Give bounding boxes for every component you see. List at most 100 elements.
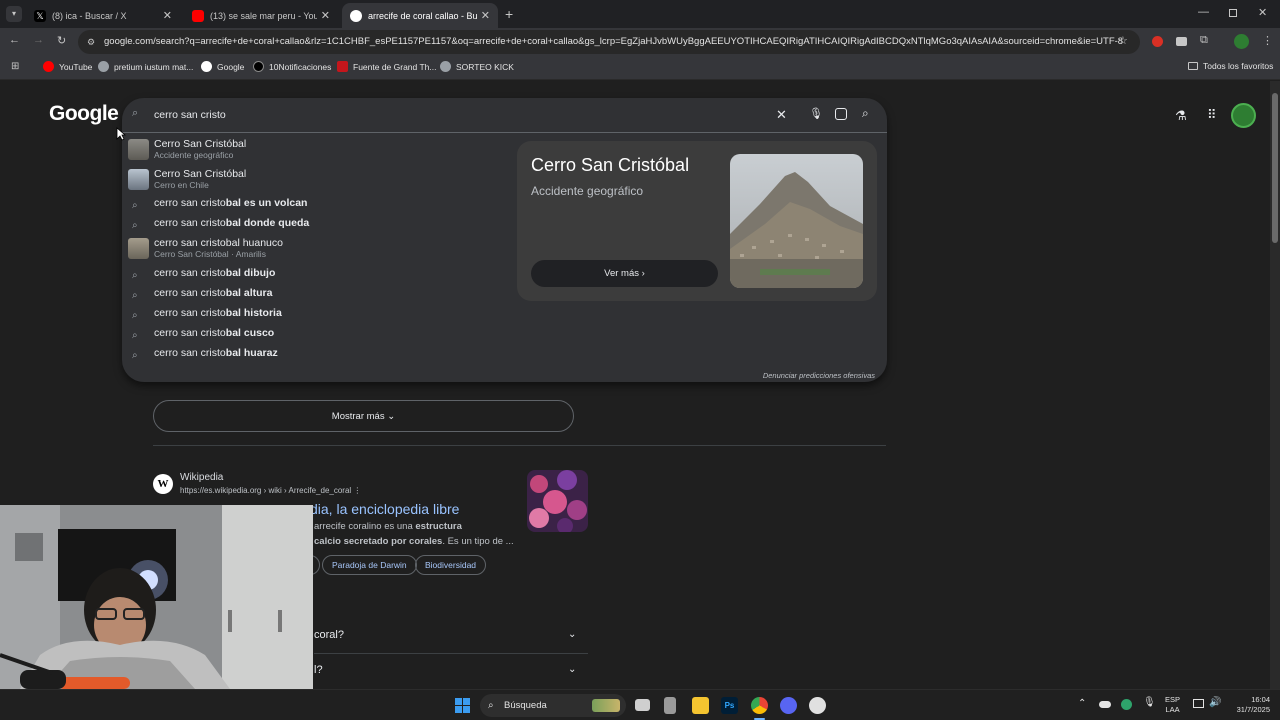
bookmark-google[interactable]: Google (201, 61, 244, 72)
more-options-icon[interactable]: ⋮ (353, 486, 361, 495)
extensions-puzzle-icon[interactable]: ⧉ (1200, 34, 1208, 47)
x-logo-icon (253, 61, 264, 72)
close-tab-icon[interactable]: ✕ (163, 9, 172, 22)
extension-gray-icon[interactable] (1176, 37, 1187, 46)
faq-text: l? (314, 664, 323, 676)
related-chip[interactable]: Biodiversidad (415, 555, 487, 575)
tray-chevron-up-icon[interactable]: ⌃ (1078, 698, 1086, 709)
hill-photo[interactable] (730, 154, 863, 288)
windows-taskbar: ⌕ Búsqueda Ps ⌃ 🎙 ESP LAA 🔊 16:04 31/7/2… (0, 689, 1280, 720)
google-apps-icon[interactable]: ⠿ (1207, 107, 1217, 123)
bookmark-label: YouTube (59, 61, 93, 72)
scrollbar-track[interactable] (1270, 81, 1280, 689)
microphone-icon[interactable]: 🎙 (1143, 697, 1156, 708)
suggestion-completion: bal historia (225, 307, 282, 319)
suggestion-subtitle: Cerro San Cristóbal · Amarilis (154, 249, 266, 259)
faq-question[interactable]: coral? (314, 629, 344, 641)
microphone-icon[interactable]: 🎙 (809, 107, 823, 120)
volume-icon[interactable]: 🔊 (1209, 697, 1221, 708)
extension-red-icon[interactable] (1152, 36, 1163, 47)
file-explorer-icon[interactable] (692, 697, 709, 714)
tab-search-dropdown-icon[interactable]: ▾ (6, 6, 22, 22)
result-title-link[interactable]: dia, la enciclopedia libre (310, 501, 459, 517)
result-snippet: calcio secretado por corales. Es un tipo… (314, 536, 514, 547)
bookmark-sorteo-kick[interactable]: SORTEO KICK (440, 61, 514, 72)
search-suggestions-dropdown: ⌕ cerro san cristo ✕ 🎙 ⌕ Cerro San Crist… (122, 98, 887, 382)
suggestion-text: cerro san cristobal huanuco (154, 237, 283, 249)
related-chip[interactable]: Paradoja de Darwin (322, 555, 417, 575)
show-more-button[interactable]: Mostrar más ⌄ (153, 400, 574, 432)
bookmarks-bar: ⊞ YouTube pretium iustum mat... Google 1… (0, 56, 1280, 80)
close-tab-icon[interactable]: ✕ (321, 9, 330, 22)
coral-reef-thumbnail[interactable] (527, 470, 588, 532)
reload-icon[interactable]: ↻ (57, 34, 66, 47)
google-logo-icon (350, 9, 362, 22)
site-info-icon[interactable]: ⚙ (87, 30, 95, 54)
taskbar-search-label: Búsqueda (504, 700, 547, 711)
scrollbar-thumb[interactable] (1272, 93, 1278, 243)
tab-x[interactable]: 𝕏 (8) ica - Buscar / X ✕ (26, 3, 180, 28)
folder-icon (1188, 62, 1198, 70)
webcam-overlay (0, 505, 313, 689)
back-icon[interactable]: ← (9, 34, 20, 46)
search-box[interactable]: ⌕ cerro san cristo ✕ 🎙 ⌕ (122, 98, 887, 133)
tab-youtube[interactable]: (13) se sale mar peru - YouTube ✕ (184, 3, 338, 28)
clear-icon[interactable]: ✕ (776, 107, 787, 123)
tab-google-search[interactable]: arrecife de coral callao - Buscar ✕ (342, 3, 498, 28)
language-indicator[interactable]: ESP LAA (1165, 695, 1180, 715)
app-icon[interactable] (664, 697, 676, 714)
google-logo-icon (201, 61, 212, 72)
clock-time: 16:04 (1251, 695, 1270, 704)
language-code: ESP (1165, 695, 1181, 704)
apps-grid-icon[interactable]: ⊞ (11, 61, 19, 72)
search-input[interactable]: cerro san cristo (154, 109, 226, 121)
address-bar[interactable]: ⚙ google.com/search?q=arrecife+de+coral+… (78, 30, 1140, 54)
report-predictions-link[interactable]: Denunciar predicciones ofensivas (763, 371, 875, 380)
display-icon[interactable] (1193, 699, 1204, 708)
app-icon[interactable] (809, 697, 826, 714)
chrome-icon[interactable] (751, 697, 768, 714)
clock[interactable]: 16:04 31/7/2025 (1228, 695, 1270, 715)
suggestion-text: cerro san cristo (154, 347, 226, 359)
forward-icon[interactable]: → (33, 34, 44, 46)
task-view-icon[interactable] (635, 699, 650, 711)
browser-toolbar: ← → ↻ ⚙ google.com/search?q=arrecife+de+… (0, 28, 1280, 56)
search-submit-icon[interactable]: ⌕ (862, 106, 869, 121)
labs-flask-icon[interactable]: ⚗ (1175, 108, 1187, 124)
suggestion-thumbnail (128, 169, 149, 190)
bookmark-pretium[interactable]: pretium iustum mat... (98, 61, 193, 72)
all-bookmarks-folder[interactable]: Todos los favoritos (1188, 61, 1273, 71)
chevron-down-icon[interactable]: ⌄ (568, 664, 576, 675)
tray-app-icon[interactable] (1121, 699, 1132, 710)
suggestion-subtitle: Accidente geográfico (154, 150, 234, 160)
see-more-button[interactable]: Ver más › (531, 260, 718, 287)
account-avatar[interactable] (1231, 103, 1256, 128)
bookmark-notificaciones[interactable]: 10Notificaciones (253, 61, 331, 72)
google-lens-icon[interactable] (835, 108, 847, 120)
restore-icon[interactable] (1229, 9, 1237, 17)
minimize-icon[interactable]: — (1198, 6, 1209, 18)
bookmark-star-icon[interactable]: ☆ (1118, 34, 1128, 47)
menu-dots-icon[interactable]: ⋮ (1262, 34, 1273, 47)
bookmark-youtube[interactable]: YouTube (43, 61, 92, 72)
new-tab-icon[interactable]: + (505, 6, 513, 22)
google-logo[interactable]: Google (49, 102, 119, 126)
close-tab-icon[interactable]: ✕ (481, 9, 490, 22)
url-text: google.com/search?q=arrecife+de+coral+ca… (104, 36, 1124, 47)
suggestion-text: cerro san cristo (154, 267, 226, 279)
windows-start-icon[interactable] (455, 698, 470, 713)
onedrive-icon[interactable] (1099, 701, 1111, 708)
faq-question[interactable]: l? (314, 664, 323, 676)
suggestion-completion: bal huaraz (225, 347, 278, 359)
photoshop-icon[interactable]: Ps (721, 697, 738, 714)
profile-avatar-icon[interactable] (1234, 34, 1249, 49)
chevron-down-icon[interactable]: ⌄ (568, 629, 576, 640)
close-window-icon[interactable]: ✕ (1258, 6, 1267, 19)
search-icon: ⌕ (132, 220, 138, 231)
taskbar-search[interactable]: ⌕ Búsqueda (480, 694, 626, 717)
suggestion-completion: bal donde queda (225, 217, 310, 229)
divider (314, 653, 588, 654)
bookmark-grand-theft[interactable]: Fuente de Grand Th... (337, 61, 436, 72)
discord-icon[interactable] (780, 697, 797, 714)
faq-text: coral? (314, 629, 344, 641)
